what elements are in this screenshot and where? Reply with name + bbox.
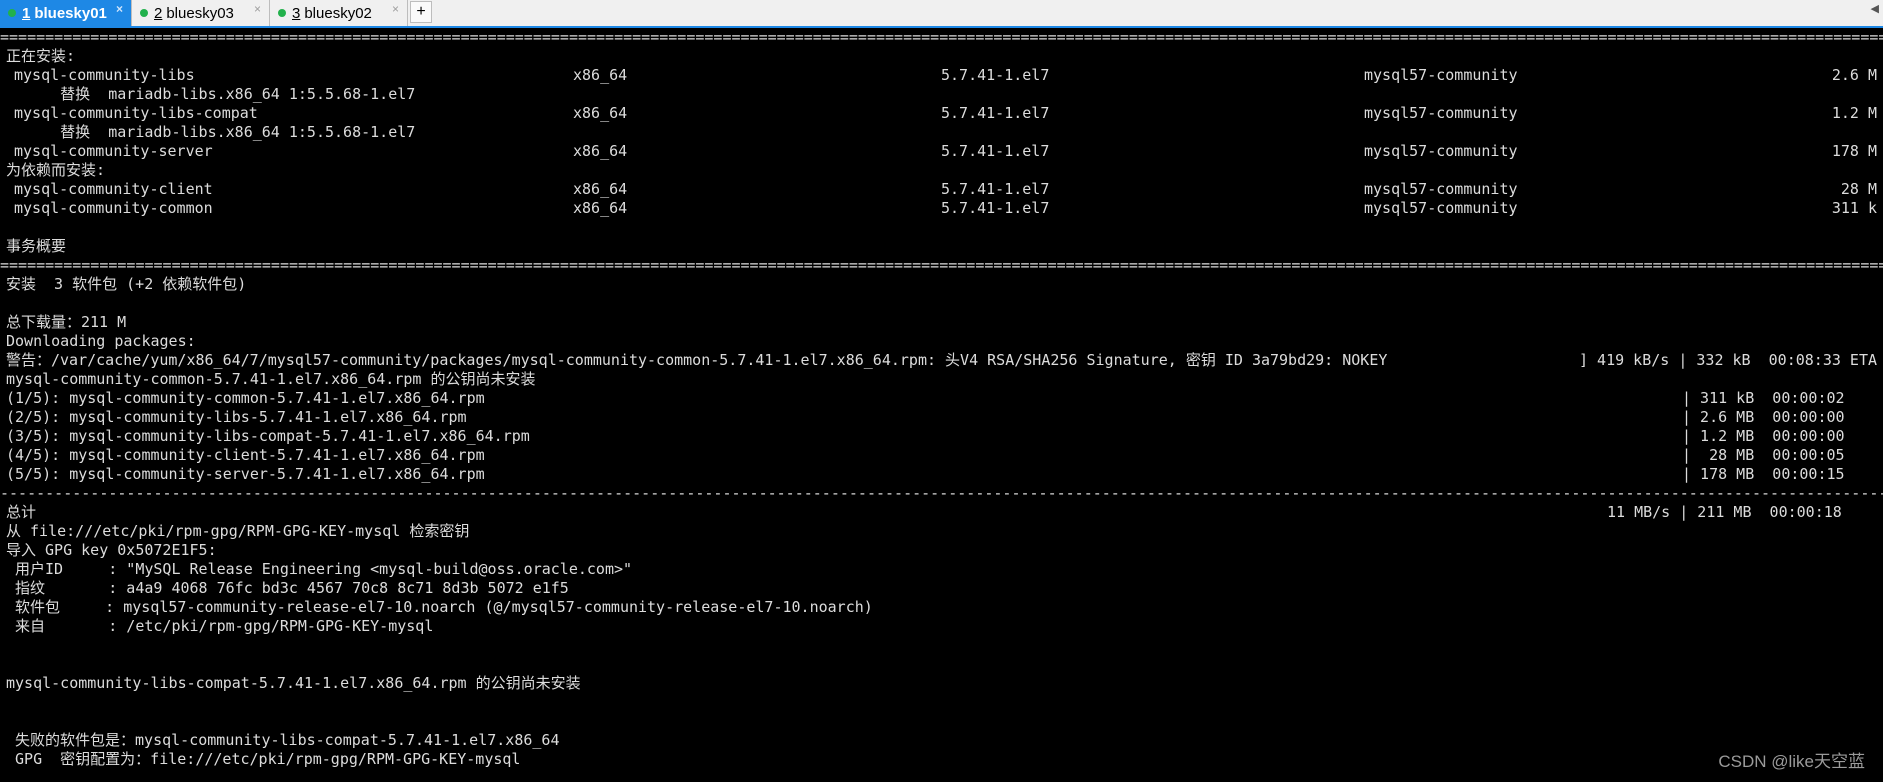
package-size: 1.2 M: [1831, 104, 1877, 122]
key-line: 指纹 : a4a9 4068 76fc bd3c 4567 70c8 8c71 …: [6, 579, 569, 597]
tab-bluesky02[interactable]: 3 bluesky02 ×: [270, 0, 408, 26]
package-name: mysql-community-libs: [14, 66, 195, 84]
package-arch: x86_64: [573, 142, 628, 160]
package-version: 5.7.41-1.el7: [941, 199, 1050, 217]
package-size: 311 k: [1831, 199, 1877, 217]
status-dot-icon: [8, 9, 16, 17]
compat-nokey-line: mysql-community-libs-compat-5.7.41-1.el7…: [6, 674, 581, 692]
downloading-label: Downloading packages:: [6, 332, 196, 350]
status-dot-icon: [140, 9, 148, 17]
warning-progress: ] 419 kB/s | 332 kB 00:08:33 ETA: [1578, 351, 1877, 369]
scroll-left-icon[interactable]: ◀: [1871, 2, 1879, 15]
close-icon[interactable]: ×: [392, 2, 399, 16]
gpg-config-line: GPG 密钥配置为：file:///etc/pki/rpm-gpg/RPM-GP…: [6, 750, 521, 768]
package-version: 5.7.41-1.el7: [941, 66, 1050, 84]
download-stat: | 2.6 MB 00:00:00: [1682, 408, 1845, 426]
download-stat: | 28 MB 00:00:05: [1682, 446, 1845, 464]
package-arch: x86_64: [573, 180, 628, 198]
tab-label: bluesky03: [166, 4, 234, 22]
package-repo: mysql57-community: [1364, 199, 1518, 217]
package-arch: x86_64: [573, 104, 628, 122]
tab-bluesky03[interactable]: 2 bluesky03 ×: [132, 0, 270, 26]
key-line: 来自 : /etc/pki/rpm-gpg/RPM-GPG-KEY-mysql: [6, 617, 434, 635]
install-summary: 安装 3 软件包 (+2 依赖软件包): [6, 275, 247, 293]
replace-line: 替换 mariadb-libs.x86_64 1:5.5.68-1.el7: [6, 123, 416, 141]
download-stat: | 1.2 MB 00:00:00: [1682, 427, 1845, 445]
tab-number: 3: [292, 4, 301, 22]
download-file: (1/5): mysql-community-common-5.7.41-1.e…: [6, 389, 485, 407]
download-stat: | 178 MB 00:00:15: [1682, 465, 1845, 483]
tab-label: bluesky01: [34, 4, 107, 22]
warning-line: 警告：/var/cache/yum/x86_64/7/mysql57-commu…: [6, 351, 1388, 369]
tab-number: 2: [154, 4, 163, 22]
package-name: mysql-community-server: [14, 142, 213, 160]
package-size: 28 M: [1840, 180, 1877, 198]
download-stat: | 311 kB 00:00:02: [1682, 389, 1845, 407]
watermark: CSDN @like天空蓝: [1718, 752, 1865, 771]
package-name: mysql-community-client: [14, 180, 213, 198]
tab-bluesky01[interactable]: 1 bluesky01 ×: [0, 0, 132, 26]
close-icon[interactable]: ×: [116, 2, 123, 16]
nokey-line: mysql-community-common-5.7.41-1.el7.x86_…: [6, 370, 536, 388]
add-tab-button[interactable]: +: [410, 1, 432, 23]
package-arch: x86_64: [573, 66, 628, 84]
download-file: (2/5): mysql-community-libs-5.7.41-1.el7…: [6, 408, 467, 426]
package-repo: mysql57-community: [1364, 180, 1518, 198]
tab-bar: 1 bluesky01 × 2 bluesky03 × 3 bluesky02 …: [0, 0, 1883, 28]
summary-header: 事务概要: [6, 237, 67, 255]
installing-header: 正在安装:: [6, 47, 76, 65]
package-repo: mysql57-community: [1364, 142, 1518, 160]
separator-line: ========================================…: [0, 28, 1883, 46]
package-version: 5.7.41-1.el7: [941, 180, 1050, 198]
package-repo: mysql57-community: [1364, 66, 1518, 84]
package-version: 5.7.41-1.el7: [941, 104, 1050, 122]
package-size: 2.6 M: [1831, 66, 1877, 84]
download-file: (3/5): mysql-community-libs-compat-5.7.4…: [6, 427, 530, 445]
separator-line: ----------------------------------------…: [0, 484, 1883, 502]
total-stat: 11 MB/s | 211 MB 00:00:18: [1607, 503, 1842, 521]
package-size: 178 M: [1831, 142, 1877, 160]
deps-header: 为依赖而安装:: [6, 161, 106, 179]
total-label: 总计: [6, 503, 37, 521]
terminal-output[interactable]: ========================================…: [0, 28, 1883, 782]
download-file: (5/5): mysql-community-server-5.7.41-1.e…: [6, 465, 485, 483]
key-line: 用户ID : "MySQL Release Engineering <mysql…: [6, 560, 633, 578]
separator-line: ========================================…: [0, 256, 1883, 274]
replace-line: 替换 mariadb-libs.x86_64 1:5.5.68-1.el7: [6, 85, 416, 103]
package-repo: mysql57-community: [1364, 104, 1518, 122]
package-name: mysql-community-libs-compat: [14, 104, 258, 122]
tab-label: bluesky02: [304, 4, 372, 22]
package-name: mysql-community-common: [14, 199, 213, 217]
close-icon[interactable]: ×: [254, 2, 261, 16]
package-version: 5.7.41-1.el7: [941, 142, 1050, 160]
key-line: 从 file:///etc/pki/rpm-gpg/RPM-GPG-KEY-my…: [6, 522, 470, 540]
download-file: (4/5): mysql-community-client-5.7.41-1.e…: [6, 446, 485, 464]
status-dot-icon: [278, 9, 286, 17]
key-line: 导入 GPG key 0x5072E1F5:: [6, 541, 217, 559]
total-download: 总下载量：211 M: [6, 313, 127, 331]
tab-number: 1: [22, 4, 31, 22]
failed-package-line: 失败的软件包是：mysql-community-libs-compat-5.7.…: [6, 731, 560, 749]
package-arch: x86_64: [573, 199, 628, 217]
key-line: 软件包 : mysql57-community-release-el7-10.n…: [6, 598, 873, 616]
